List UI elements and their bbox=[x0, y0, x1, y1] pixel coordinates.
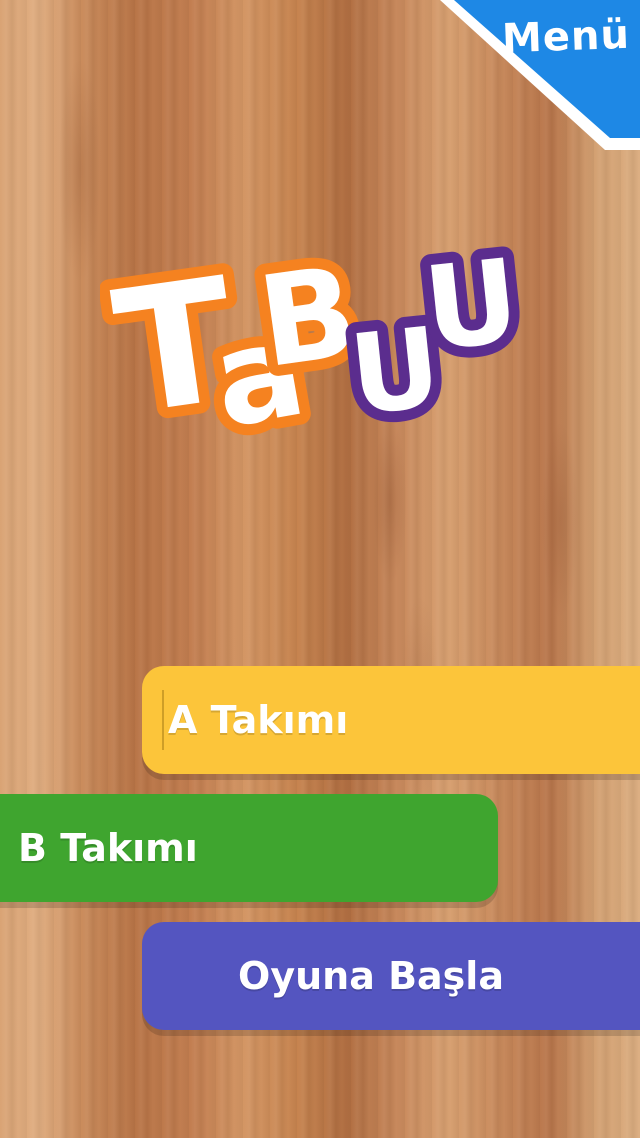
text-cursor bbox=[162, 690, 164, 750]
team-b-button[interactable]: B Takımı bbox=[0, 794, 498, 902]
tabuu-logo: T a B U U bbox=[100, 223, 530, 468]
logo-letter-u2: U bbox=[418, 234, 525, 377]
team-a-label: A Takımı bbox=[168, 698, 349, 742]
menu-button[interactable]: Menü bbox=[440, 0, 640, 150]
team-b-label: B Takımı bbox=[18, 826, 198, 870]
menu-label: Menü bbox=[501, 11, 631, 63]
team-a-button[interactable]: A Takımı bbox=[142, 666, 640, 774]
start-game-button[interactable]: Oyuna Başla bbox=[142, 922, 640, 1030]
start-game-label: Oyuna Başla bbox=[238, 954, 504, 998]
